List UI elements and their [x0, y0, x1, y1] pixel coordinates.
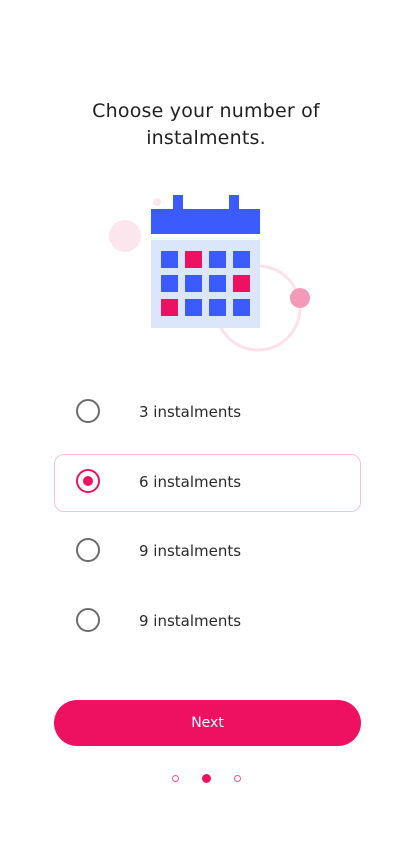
- calendar-illustration: [109, 195, 310, 352]
- option-6-instalments[interactable]: 6 instalments: [54, 453, 361, 512]
- radio-button[interactable]: [76, 538, 100, 562]
- page-dot[interactable]: [233, 775, 241, 782]
- calendar-cell: [209, 299, 226, 316]
- page-dot[interactable]: [171, 775, 179, 782]
- radio-button[interactable]: [76, 399, 100, 423]
- page-dot[interactable]: [201, 774, 211, 783]
- option-9-instalments[interactable]: 9 instalments: [54, 523, 361, 581]
- calendar-cell: [185, 251, 202, 268]
- option-label: 3 instalments: [139, 403, 242, 421]
- calendar-cell: [233, 251, 250, 268]
- radio-button[interactable]: [76, 607, 100, 632]
- next-button[interactable]: Next: [54, 700, 361, 746]
- option-label: 6 instalments: [139, 472, 242, 491]
- option-label: 9 instalments: [139, 542, 242, 560]
- calendar-cell: [161, 299, 178, 316]
- option-9-instalments-2[interactable]: 9 instalments: [54, 593, 361, 651]
- calendar-icon: [109, 195, 310, 352]
- radio-selected-dot: [83, 475, 93, 486]
- calendar-cell: [209, 251, 226, 268]
- calendar-cell: [185, 275, 202, 292]
- radio-button[interactable]: [76, 468, 100, 493]
- page-indicator: [0, 774, 412, 783]
- calendar-cell: [233, 275, 250, 292]
- calendar-cell: [161, 275, 178, 292]
- calendar-cell: [185, 299, 202, 316]
- option-3-instalments[interactable]: 3 instalments: [54, 384, 361, 442]
- option-label: 9 instalments: [139, 611, 242, 630]
- calendar-cell: [233, 299, 250, 316]
- calendar-cell: [209, 275, 226, 292]
- calendar-cell: [161, 251, 178, 268]
- instalment-options: 3 instalments 6 instalments 9 instalment…: [54, 384, 361, 662]
